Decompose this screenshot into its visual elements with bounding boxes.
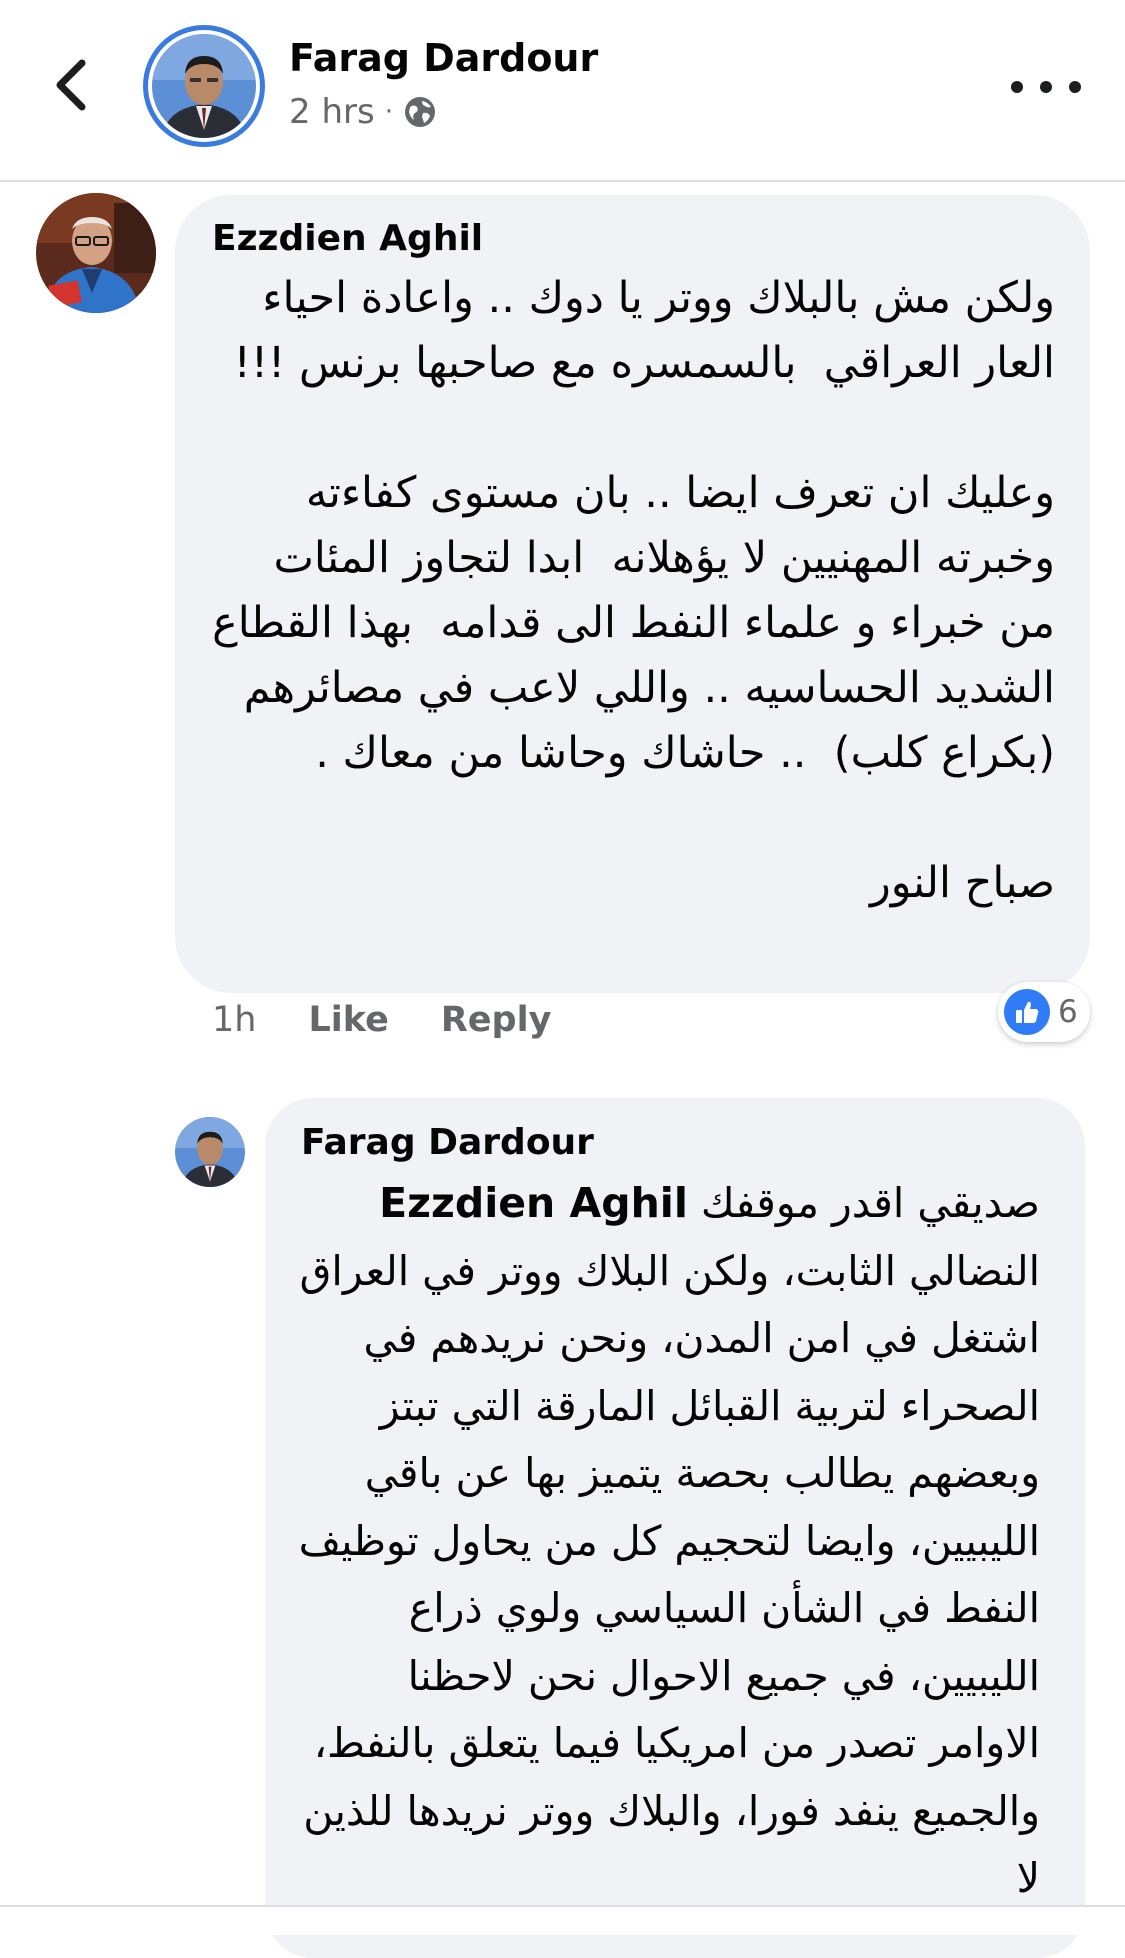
post-meta: 2 hrs · xyxy=(289,92,437,132)
bottom-edge xyxy=(0,1905,1125,1935)
globe-icon xyxy=(404,97,435,127)
reply-text-rest: النضالي الثابت، ولكن البلاك ووتر في العر… xyxy=(298,1246,1040,1903)
mention-link[interactable]: Ezzdien Aghil xyxy=(379,1179,688,1227)
chevron-left-icon xyxy=(56,59,86,111)
commenter-photo xyxy=(36,193,156,313)
comment-time[interactable]: 1h xyxy=(212,1000,256,1040)
comment-author[interactable]: Ezzdien Aghil xyxy=(212,218,483,259)
author-name[interactable]: Farag Dardour xyxy=(289,36,598,80)
post-time[interactable]: 2 hrs xyxy=(289,92,375,132)
more-dots-icon xyxy=(1011,81,1023,93)
author-photo xyxy=(152,34,256,138)
post-header: Farag Dardour 2 hrs · xyxy=(0,0,1125,182)
reply-text-start: صديقي اقدر موقفك xyxy=(687,1179,1040,1227)
reply-button[interactable]: Reply xyxy=(441,1000,552,1040)
like-button[interactable]: Like xyxy=(308,1000,388,1040)
reply-text: صديقي اقدر موقفك Ezzdien Aghil النضالي ا… xyxy=(295,1170,1040,1913)
reaction-count: 6 xyxy=(1058,994,1078,1030)
reply-author[interactable]: Farag Dardour xyxy=(301,1122,594,1163)
more-options-button[interactable] xyxy=(1011,62,1081,112)
reply-author-avatar[interactable] xyxy=(175,1117,245,1187)
reaction-count-badge[interactable]: 6 xyxy=(998,982,1090,1042)
author-avatar[interactable] xyxy=(143,25,265,147)
comment-text: ولكن مش بالبلاك ووتر يا دوك .. واعادة اح… xyxy=(212,273,1055,908)
commenter-avatar[interactable] xyxy=(36,193,156,313)
thumbs-up-icon xyxy=(1004,989,1050,1035)
back-button[interactable] xyxy=(40,50,100,120)
comment-actions: 1h Like Reply xyxy=(212,1000,551,1040)
reply-author-photo xyxy=(175,1117,245,1187)
meta-separator: · xyxy=(384,97,393,127)
